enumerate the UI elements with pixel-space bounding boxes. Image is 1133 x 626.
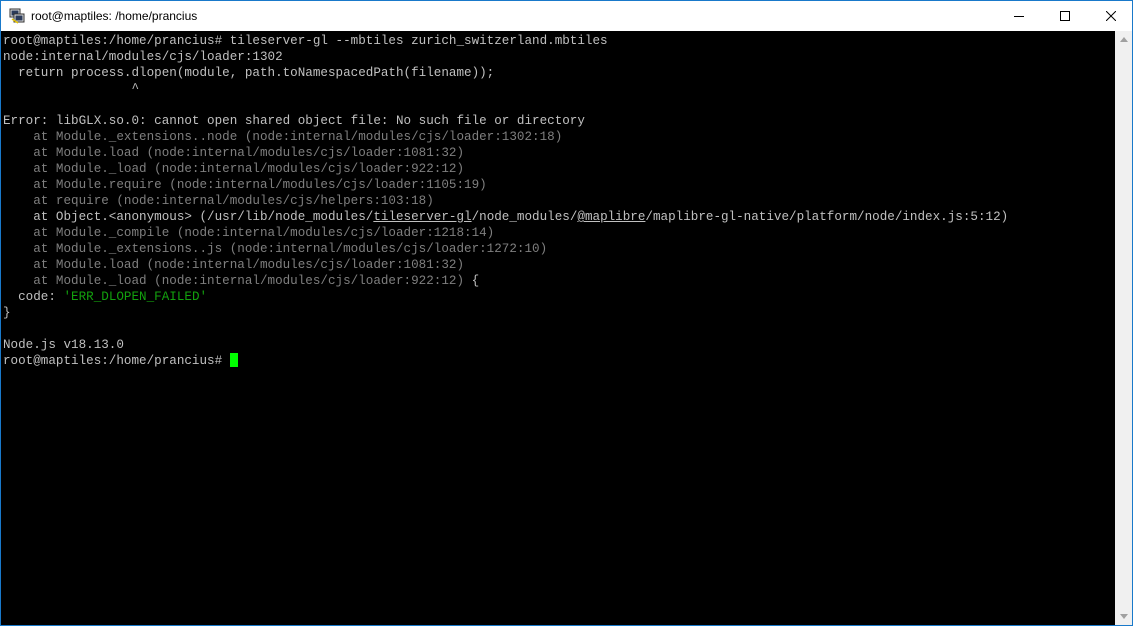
prompt-line[interactable]: root@maptiles:/home/prancius# [3,353,238,369]
error-code-key: code: [3,290,64,304]
close-button[interactable] [1088,1,1133,31]
error-code-line: code: 'ERR_DLOPEN_FAILED' [3,289,207,305]
title-bar[interactable]: root@maptiles: /home/prancius [1,1,1132,31]
maximize-icon [1060,11,1070,21]
scroll-up-button[interactable] [1115,31,1132,48]
terminal-line: node:internal/modules/cjs/loader:1302 [3,50,283,64]
vertical-scrollbar[interactable] [1115,31,1132,625]
error-code-value: 'ERR_DLOPEN_FAILED' [63,290,208,304]
stack-frame-prefix: at Object.<anonymous> (/usr/lib/node_mod… [3,210,374,224]
stack-frame-text: at Module._load (node:internal/modules/c… [3,274,465,288]
terminal-line-command: root@maptiles:/home/prancius# tileserver… [3,34,608,48]
stack-frame-line: at Module.load (node:internal/modules/cj… [3,258,465,272]
stack-frame-line: at Module._compile (node:internal/module… [3,226,495,240]
stack-frame-middle: /node_modules/ [471,210,578,224]
stack-frame-line: at Module.require (node:internal/modules… [3,178,487,192]
minimize-icon [1014,16,1024,17]
stack-frame-suffix: /maplibre-gl-native/platform/node/index.… [645,210,1009,224]
minimize-button[interactable] [996,1,1042,31]
stack-frame-line-last: at Module._load (node:internal/modules/c… [3,273,479,289]
stack-frame-line: at require (node:internal/modules/cjs/he… [3,194,434,208]
open-brace: { [464,274,480,288]
maplibre-link[interactable]: @maplibre [577,210,645,224]
text-cursor [229,353,238,367]
terminal-line-caret: ^ [3,82,140,96]
arrow-up-icon [1119,37,1128,42]
stack-frame-line-highlight: at Object.<anonymous> (/usr/lib/node_mod… [3,209,1008,225]
close-icon [1106,11,1116,21]
terminal-window: root@maptiles: /home/prancius root@mapti… [0,0,1133,626]
stack-frame-line: at Module._load (node:internal/modules/c… [3,162,465,176]
close-brace-line: } [3,306,11,320]
stack-frame-line: at Module._extensions..node (node:intern… [3,130,563,144]
tileserver-gl-link[interactable]: tileserver-gl [373,210,471,224]
terminal-line: return process.dlopen(module, path.toNam… [3,66,495,80]
scroll-down-button[interactable] [1115,608,1132,625]
maximize-button[interactable] [1042,1,1088,31]
window-title: root@maptiles: /home/prancius [31,9,198,23]
shell-prompt: root@maptiles:/home/prancius# [3,354,230,368]
node-version-line: Node.js v18.13.0 [3,338,124,352]
stack-frame-line: at Module.load (node:internal/modules/cj… [3,146,465,160]
stack-frame-line: at Module._extensions..js (node:internal… [3,242,548,256]
terminal-line-error: Error: libGLX.so.0: cannot open shared o… [3,114,585,128]
arrow-down-icon [1119,614,1128,619]
terminal-output[interactable]: root@maptiles:/home/prancius# tileserver… [3,33,1113,623]
putty-terminal-icon[interactable] [9,8,25,24]
